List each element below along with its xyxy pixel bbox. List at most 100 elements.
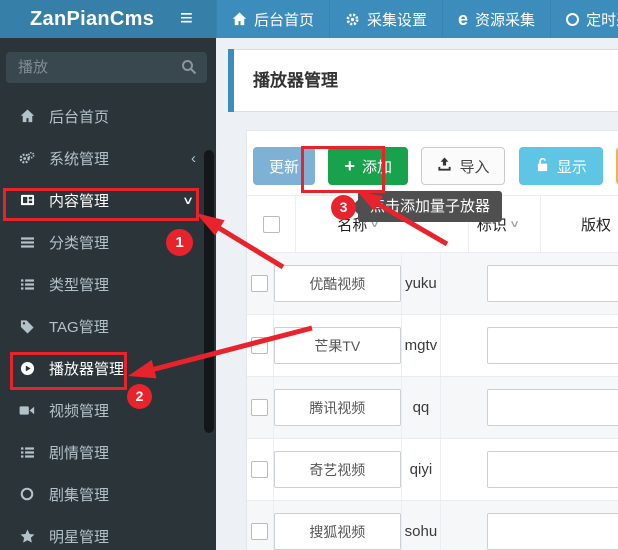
list-icon [18,446,36,459]
video-camera-icon [18,404,36,417]
sidebar-item-label: 明星管理 [49,526,109,547]
row-checkbox[interactable] [251,399,268,416]
copyright-input[interactable] [487,451,618,488]
nav-item-collect-settings[interactable]: 采集设置 [329,0,442,38]
players-table: 名称 ∨ 标识 ∨ 版权 [247,195,618,550]
sidebar-item-video[interactable]: 视频管理 [0,389,216,431]
unlock-icon [535,157,550,176]
sidebar-item-label: 分类管理 [49,232,109,253]
sidebar-item-episode[interactable]: 剧集管理 [0,473,216,515]
row-checkbox[interactable] [251,337,268,354]
bars-icon [18,236,36,249]
search-input[interactable] [6,52,176,83]
circle-o-icon [18,487,36,501]
row-checkbox[interactable] [251,523,268,540]
player-name-input[interactable] [274,451,401,488]
player-code: sohu [405,523,438,540]
sidebar-item-content[interactable]: 内容管理 ∨ [0,179,216,221]
sidebar-item-dashboard[interactable]: 后台首页 [0,95,216,137]
sidebar-item-system[interactable]: 系统管理 ‹ [0,137,216,179]
player-code: qiyi [410,461,433,478]
show-button[interactable]: 显示 [519,147,603,185]
sidebar-item-label: 后台首页 [49,106,109,127]
sidebar-item-label: 剧集管理 [49,484,109,505]
table-row: sohu [247,501,618,550]
table-row: qq [247,377,618,439]
sort-caret-icon: ∨ [509,219,520,230]
page-header: 播放器管理 [228,49,618,112]
chevron-left-icon: ‹ [191,150,196,167]
list-icon [18,278,36,291]
player-name-input[interactable] [274,327,401,364]
sidebar-scrollbar[interactable] [204,150,214,433]
player-code: qq [413,399,430,416]
copyright-input[interactable] [487,389,618,426]
player-name-input[interactable] [274,389,401,426]
sidebar-item-star[interactable]: 明星管理 [0,515,216,550]
column-header-name[interactable]: 名称 ∨ [337,214,378,235]
update-button[interactable]: 更新 [253,147,315,185]
table-row: yuku [247,253,618,315]
sidebar-item-label: 系统管理 [49,148,109,169]
resource-e-icon: e [458,12,468,26]
nav-item-scheduled-collect[interactable]: 定时采集 [550,0,618,38]
page-title: 播放器管理 [253,50,618,111]
copyright-input[interactable] [487,265,618,302]
sidebar-item-tag[interactable]: TAG管理 [0,305,216,347]
sidebar-menu: 后台首页 系统管理 ‹ 内容管理 ∨ 分类管理 类型管理 [0,95,216,550]
copyright-input[interactable] [487,327,618,364]
nav-item-resource-collect[interactable]: e 资源采集 [442,0,550,38]
film-icon [18,193,36,207]
row-checkbox[interactable] [251,461,268,478]
sidebar-item-label: 类型管理 [49,274,109,295]
gears-icon [18,151,36,166]
player-name-input[interactable] [274,265,401,302]
sidebar-item-label: 剧情管理 [49,442,109,463]
sidebar-item-label: 内容管理 [49,190,109,211]
sidebar-item-plot[interactable]: 剧情管理 [0,431,216,473]
nav-item-dashboard[interactable]: 后台首页 [216,0,329,38]
copyright-input[interactable] [487,513,618,550]
import-button-label: 导入 [459,156,489,177]
nav-item-label: 后台首页 [254,9,314,30]
play-circle-icon [18,361,36,376]
hamburger-menu-icon[interactable]: ≡ [180,0,193,38]
sidebar-item-label: 视频管理 [49,400,109,421]
sidebar-item-player[interactable]: 播放器管理 [0,347,216,389]
chevron-down-icon: ∨ [182,194,194,207]
column-header-code[interactable]: 标识 ∨ [477,214,518,235]
top-navbar: ZanPianCms ≡ 后台首页 采集设置 e 资源采集 定时采集 [0,0,618,38]
home-icon [18,109,36,123]
home-icon [232,12,247,26]
clock-icon [566,13,579,26]
nav-item-label: 资源采集 [475,9,535,30]
select-all-checkbox[interactable] [263,216,280,233]
update-button-label: 更新 [269,156,299,177]
table-row: mgtv [247,315,618,377]
row-checkbox[interactable] [251,275,268,292]
sidebar-item-type[interactable]: 类型管理 [0,263,216,305]
add-button[interactable]: + 添加 [328,147,408,185]
import-button[interactable]: 导入 [421,147,505,185]
sidebar-search [6,52,207,83]
navbar-items: 后台首页 采集设置 e 资源采集 定时采集 [216,0,618,38]
add-button-label: 添加 [362,156,392,177]
player-code: mgtv [405,337,438,354]
sidebar-item-category[interactable]: 分类管理 [0,221,216,263]
sidebar: 后台首页 系统管理 ‹ 内容管理 ∨ 分类管理 类型管理 [0,38,216,550]
gear-icon [345,12,360,27]
column-header-copyright: 版权 [581,214,611,235]
toolbar: 更新 + 添加 导入 显示 隐藏 [247,131,618,185]
sort-caret-icon: ∨ [370,219,381,230]
table-header-row: 名称 ∨ 标识 ∨ 版权 [247,196,618,253]
plus-icon: + [344,159,355,173]
main-content: 播放器管理 更新 + 添加 导入 显示 [216,38,618,550]
tags-icon [18,319,36,334]
show-button-label: 显示 [557,156,587,177]
sidebar-item-label: 播放器管理 [49,358,124,379]
nav-item-label: 采集设置 [367,9,427,30]
table-row: qiyi [247,439,618,501]
sidebar-item-label: TAG管理 [49,316,109,337]
search-icon[interactable] [181,59,197,80]
player-name-input[interactable] [274,513,401,550]
